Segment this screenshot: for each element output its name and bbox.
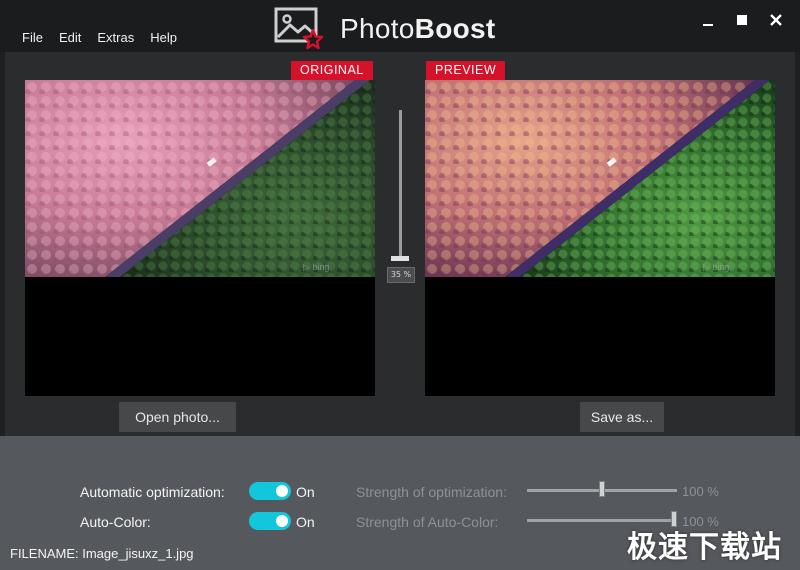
open-photo-button[interactable]: Open photo...	[119, 402, 236, 432]
menu-edit[interactable]: Edit	[51, 30, 89, 45]
strength-optimization-handle[interactable]	[599, 481, 605, 497]
auto-optimization-toggle[interactable]	[249, 482, 291, 500]
strength-auto-color-label: Strength of Auto-Color:	[356, 514, 499, 530]
svg-text:▷ bing: ▷ bing	[703, 262, 729, 272]
preview-badge: PREVIEW	[426, 61, 506, 81]
original-image-pane: ▷ bing	[25, 80, 375, 396]
auto-optimization-state: On	[296, 484, 315, 500]
app-title: PhotoBoost	[340, 13, 496, 44]
auto-optimization-label: Automatic optimization:	[80, 484, 225, 500]
zoom-value-label: 35 %	[387, 267, 415, 283]
auto-color-toggle[interactable]	[249, 512, 291, 530]
preview-image-pane: ▷ bing	[425, 80, 775, 396]
filename-status: FILENAME: Image_jisuxz_1.jpg	[10, 546, 194, 561]
preview-photo-image: ▷ bing	[425, 80, 775, 277]
menu-bar: File Edit Extras Help	[14, 30, 185, 45]
maximize-button[interactable]	[732, 10, 752, 30]
original-photo-image: ▷ bing	[25, 80, 375, 277]
preview-photo: ▷ bing	[425, 80, 775, 277]
original-photo: ▷ bing	[25, 80, 375, 277]
title-bar: File Edit Extras Help PhotoBoost	[0, 0, 800, 52]
menu-help[interactable]: Help	[142, 30, 185, 45]
zoom-slider-track[interactable]	[399, 110, 402, 260]
strength-optimization-value: 100 %	[682, 484, 719, 499]
toggle-knob	[276, 485, 288, 497]
original-badge: ORIGINAL	[291, 61, 373, 81]
image-comparison-panel: ORIGINAL PREVIEW ▷ bing 35 % ▷ bing Open…	[5, 52, 795, 436]
photo-star-logo-icon	[274, 7, 324, 50]
auto-color-label: Auto-Color:	[80, 514, 151, 530]
toggle-knob	[276, 515, 288, 527]
menu-file[interactable]: File	[14, 30, 51, 45]
minimize-icon	[703, 24, 713, 26]
save-as-button[interactable]: Save as...	[580, 402, 664, 432]
svg-text:▷ bing: ▷ bing	[303, 262, 329, 272]
watermark-text: 极速下载站	[627, 530, 782, 565]
settings-panel: Automatic optimization: On Auto-Color: O…	[0, 436, 800, 570]
menu-extras[interactable]: Extras	[89, 30, 142, 45]
minimize-button[interactable]	[698, 10, 718, 30]
window-controls	[698, 10, 786, 30]
close-button[interactable]	[766, 10, 786, 30]
zoom-slider-handle[interactable]	[391, 256, 409, 261]
maximize-icon	[737, 15, 747, 25]
close-icon	[770, 14, 782, 26]
strength-optimization-label: Strength of optimization:	[356, 484, 507, 500]
app-logo: PhotoBoost	[274, 6, 496, 52]
auto-color-state: On	[296, 514, 315, 530]
